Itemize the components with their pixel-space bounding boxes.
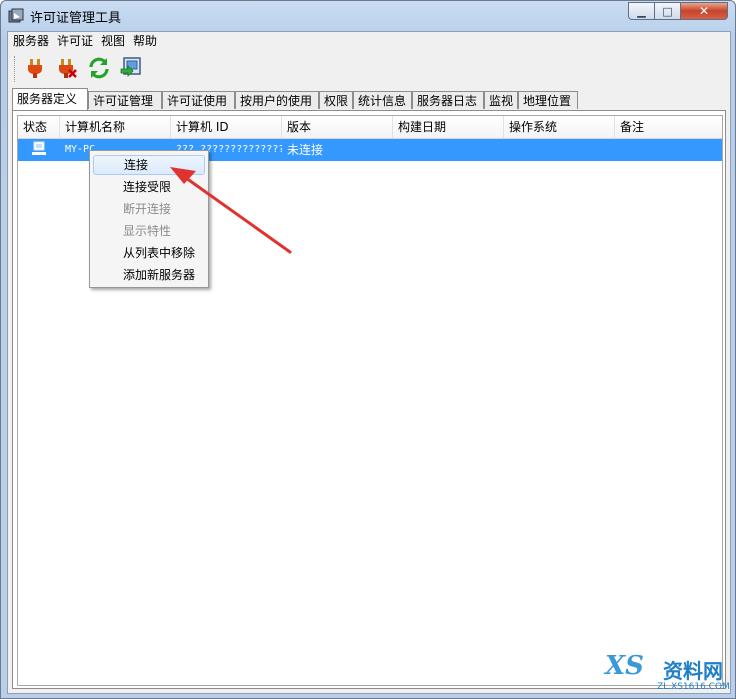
menu-item-remove-from-list[interactable]: 从列表中移除 — [93, 243, 205, 263]
watermark: XS 资料网 ZL.XS1616.COM — [605, 651, 735, 697]
app-icon — [8, 8, 24, 24]
menu-item-connect-limited[interactable]: 连接受限 — [93, 177, 205, 197]
window-title: 许可证管理工具 — [30, 11, 122, 26]
connect-button[interactable] — [22, 56, 48, 82]
tab-license-management[interactable]: 许可证管理 — [88, 91, 162, 109]
disconnect-button[interactable] — [54, 56, 80, 82]
maximize-button[interactable]: □ — [654, 2, 681, 20]
menu-license[interactable]: 许可证 — [53, 32, 97, 51]
minimize-button[interactable]: ▁ — [628, 2, 655, 20]
computer-icon — [31, 141, 47, 163]
column-header-version[interactable]: 版本 — [282, 116, 393, 138]
tab-server-definition[interactable]: 服务器定义 — [12, 88, 88, 110]
maximize-icon: □ — [662, 4, 673, 18]
tab-license-usage[interactable]: 许可证使用 — [162, 91, 235, 109]
client-area: 服务器 许可证 视图 帮助 服务器定义 许可证管理 许可证使用 按用户的使用 权… — [7, 31, 731, 694]
minimize-icon: ▁ — [637, 4, 646, 18]
menu-item-disconnect: 断开连接 — [123, 202, 172, 216]
refresh-button[interactable] — [86, 56, 112, 82]
context-menu: 连接 连接受限 断开连接 显示特性 从列表中移除 添加新服务器 — [89, 150, 209, 288]
tab-usage-by-user[interactable]: 按用户的使用 — [235, 91, 319, 109]
column-header-computer-id[interactable]: 计算机 ID — [171, 116, 282, 138]
tab-strip: 服务器定义 许可证管理 许可证使用 按用户的使用 权限 统计信息 服务器日志 监… — [12, 88, 728, 110]
menu-item-show-properties: 显示特性 — [123, 224, 172, 238]
close-button[interactable]: ✕ — [680, 2, 728, 20]
menu-item-add-new-server[interactable]: 添加新服务器 — [93, 265, 205, 285]
watermark-title: 资料网 — [663, 659, 723, 683]
menu-server[interactable]: 服务器 — [8, 32, 53, 51]
cell-version: 未连接 — [287, 143, 324, 157]
tab-statistics[interactable]: 统计信息 — [353, 91, 412, 109]
close-icon: ✕ — [698, 4, 710, 18]
menu-item-connect[interactable]: 连接 — [93, 155, 205, 175]
tab-permissions[interactable]: 权限 — [319, 91, 353, 109]
column-header-build-date[interactable]: 构建日期 — [393, 116, 504, 138]
menu-help[interactable]: 帮助 — [129, 32, 161, 51]
column-header-computer-name[interactable]: 计算机名称 — [60, 116, 171, 138]
menu-view[interactable]: 视图 — [97, 32, 129, 51]
column-header-status[interactable]: 状态 — [18, 116, 60, 138]
plug-disconnect-icon — [56, 57, 78, 82]
tab-server-log[interactable]: 服务器日志 — [412, 91, 484, 109]
tab-monitor[interactable]: 监视 — [484, 91, 518, 109]
server-properties-icon — [119, 56, 143, 83]
plug-connect-icon — [24, 57, 46, 82]
column-header-note[interactable]: 备注 — [615, 116, 722, 138]
server-properties-button[interactable] — [118, 56, 144, 82]
title-bar[interactable]: 许可证管理工具 ▁ □ ✕ — [1, 1, 735, 31]
list-header: 状态 计算机名称 计算机 ID 版本 构建日期 操作系统 备注 — [18, 116, 722, 139]
toolbar — [8, 52, 730, 86]
tab-geolocation[interactable]: 地理位置 — [518, 91, 578, 109]
refresh-icon — [87, 56, 111, 83]
watermark-logo: XS — [605, 651, 644, 681]
column-header-os[interactable]: 操作系统 — [504, 116, 615, 138]
app-window: 许可证管理工具 ▁ □ ✕ 服务器 许可证 视图 帮助 服务器定义 许可证管理 … — [0, 0, 736, 699]
watermark-url: ZL.XS1616.COM — [657, 682, 730, 692]
toolbar-grip[interactable] — [14, 56, 18, 82]
menu-bar: 服务器 许可证 视图 帮助 — [8, 32, 730, 51]
